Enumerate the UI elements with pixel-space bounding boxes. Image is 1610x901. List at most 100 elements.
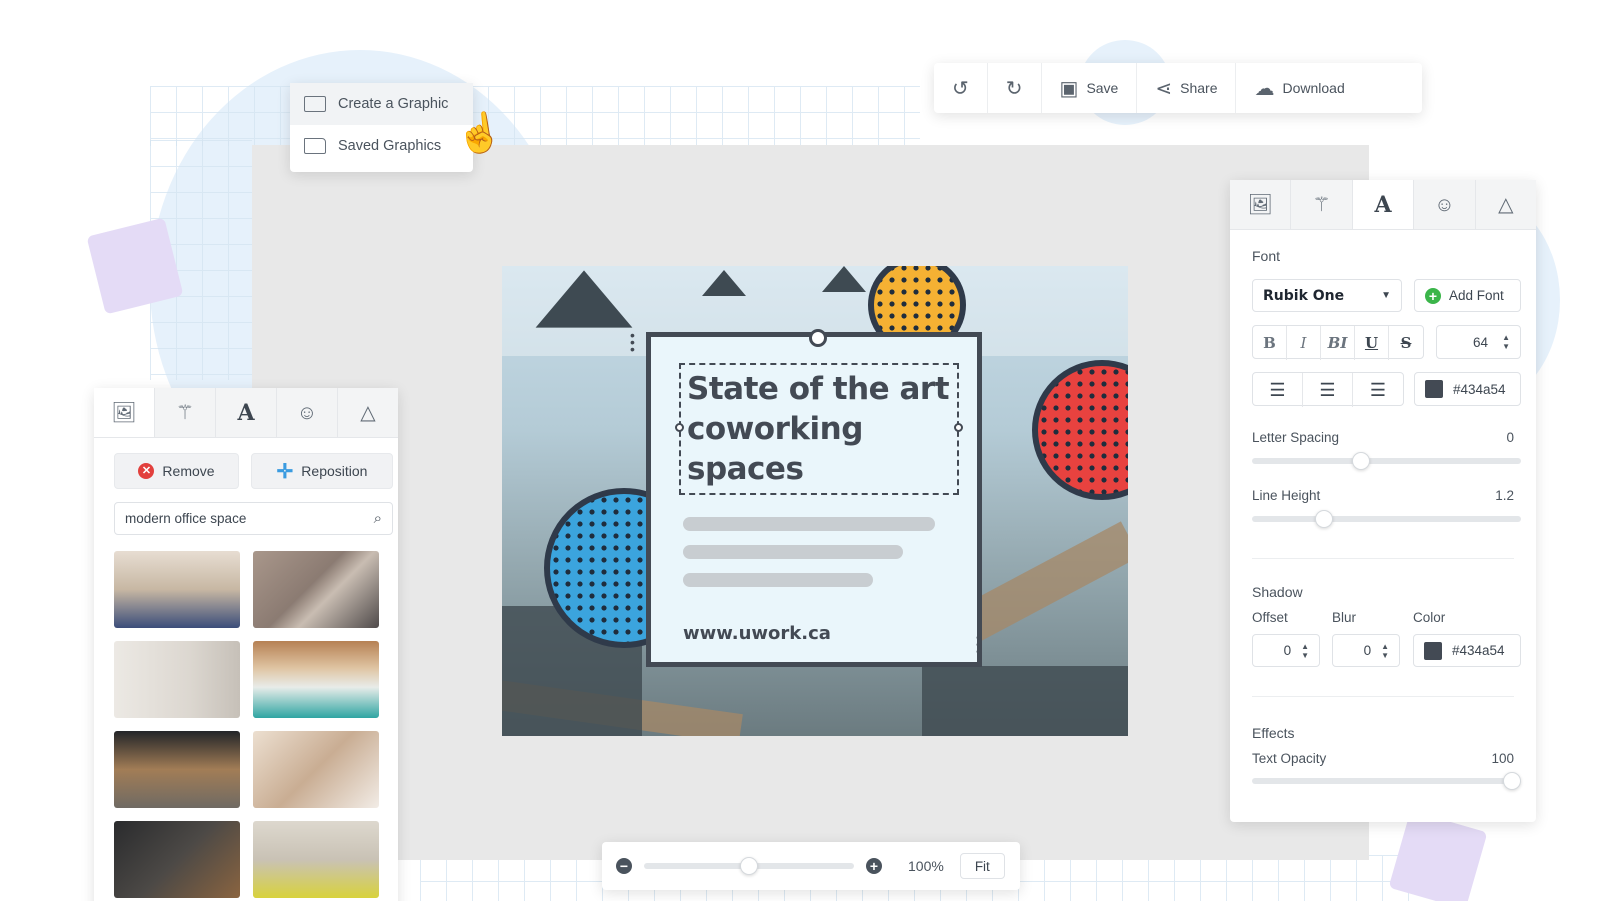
download-button[interactable]: ☁ Download [1236, 63, 1362, 113]
zoom-in-icon[interactable]: + [866, 858, 882, 874]
slider-knob[interactable] [1503, 772, 1521, 790]
image-icon [304, 96, 326, 112]
url-text[interactable]: www.uwork.ca [683, 623, 831, 644]
line-height-slider[interactable] [1252, 510, 1521, 528]
shadow-color-picker[interactable]: #434a54 [1413, 634, 1521, 667]
bold-button[interactable]: B [1253, 326, 1287, 360]
tab-text[interactable]: A [1352, 180, 1415, 229]
font-select[interactable]: Rubik One ▼ [1252, 279, 1402, 312]
align-right-icon: ☰ [1369, 379, 1387, 401]
tab-text[interactable]: A [216, 388, 277, 437]
remove-label: Remove [162, 463, 215, 479]
remove-button[interactable]: ✕ Remove [114, 453, 239, 489]
image-icon: 🖼 [111, 401, 137, 424]
tab-effects[interactable]: ⚚ [155, 388, 216, 437]
color-swatch [1424, 641, 1442, 660]
tab-emoji[interactable]: ☺ [1414, 180, 1476, 229]
magic-wand-icon: ⚚ [1312, 193, 1331, 216]
cloud-download-icon: ☁ [1254, 77, 1275, 100]
stepper-arrows-icon[interactable]: ▲ ▼ [1301, 642, 1309, 660]
artboard[interactable]: State of the art coworking spaces www.uw… [502, 266, 1128, 736]
search-icon[interactable]: ⌕ [374, 510, 382, 527]
menu-item-saved-graphics[interactable]: Saved Graphics [290, 125, 473, 167]
zoom-out-icon[interactable]: − [616, 858, 632, 874]
align-right-button[interactable]: ☰ [1353, 373, 1403, 407]
pendant-lamp [535, 270, 633, 328]
add-font-button[interactable]: + Add Font [1414, 279, 1521, 312]
drag-dots-icon[interactable]: • • • [630, 328, 635, 356]
share-button[interactable]: ⋖ Share [1137, 63, 1237, 113]
letter-spacing-value: 0 [1506, 430, 1514, 445]
add-font-label: Add Font [1449, 288, 1504, 303]
blur-value: 0 [1363, 643, 1372, 658]
image-thumbnail[interactable] [114, 731, 240, 808]
slider-knob[interactable] [740, 857, 758, 875]
image-thumbnail[interactable] [253, 821, 379, 898]
resize-handle-left[interactable] [675, 423, 684, 432]
tab-image[interactable]: 🖼 [94, 388, 155, 437]
section-divider [1252, 558, 1514, 559]
red-dotted-circle[interactable] [1032, 360, 1128, 500]
image-thumbnail[interactable] [253, 641, 379, 718]
letter-spacing-slider[interactable] [1252, 452, 1521, 470]
top-toolbar: ↺ ↻ ▣ Save ⋖ Share ☁ Download [934, 63, 1422, 113]
text-opacity-label: Text Opacity [1252, 751, 1327, 766]
tab-image[interactable]: 🖼 [1230, 180, 1292, 229]
save-button[interactable]: ▣ Save [1042, 63, 1138, 113]
image-search-input[interactable]: modern office space ⌕ [114, 502, 393, 535]
shadow-color-value: #434a54 [1452, 643, 1505, 658]
line-height-value: 1.2 [1495, 488, 1514, 503]
text-opacity-slider[interactable] [1252, 772, 1521, 790]
bold-italic-button[interactable]: BI [1321, 326, 1355, 360]
panel-tabs: 🖼 ⚚ A ☺ △ [94, 388, 398, 438]
tab-shapes[interactable]: △ [1476, 180, 1536, 229]
editor-stage: State of the art coworking spaces www.uw… [0, 0, 1610, 901]
reposition-label: Reposition [301, 463, 368, 479]
reposition-icon: ✛ [276, 460, 294, 483]
redo-icon: ↻ [1005, 77, 1023, 100]
italic-button[interactable]: I [1287, 326, 1321, 360]
strikethrough-button[interactable]: S [1389, 326, 1423, 360]
rotate-handle-icon[interactable] [809, 329, 827, 347]
fit-button[interactable]: Fit [959, 853, 1005, 879]
plus-circle-icon: + [1425, 287, 1441, 304]
image-thumbnail[interactable] [253, 731, 379, 808]
align-center-icon: ☰ [1319, 379, 1336, 401]
text-color-picker[interactable]: #434a54 [1414, 372, 1521, 406]
underline-button[interactable]: U [1355, 326, 1389, 360]
text-card[interactable]: State of the art coworking spaces www.uw… [646, 329, 982, 667]
font-size-stepper[interactable]: 64 ▲ ▼ [1436, 325, 1521, 359]
image-thumbnail[interactable] [114, 551, 240, 628]
image-thumbnail[interactable] [114, 821, 240, 898]
redo-button[interactable]: ↻ [988, 63, 1042, 113]
reposition-button[interactable]: ✛ Reposition [251, 453, 393, 489]
align-left-button[interactable]: ☰ [1253, 373, 1303, 407]
menu-item-create-graphic[interactable]: Create a Graphic [290, 83, 473, 125]
remove-icon: ✕ [138, 463, 155, 479]
slider-knob[interactable] [1314, 510, 1333, 528]
slider-knob[interactable] [1352, 452, 1371, 470]
headline-text[interactable]: State of the art coworking spaces [687, 369, 957, 489]
drag-dots-icon[interactable]: • • • [976, 630, 981, 658]
menu-item-label: Saved Graphics [338, 138, 442, 154]
shape-icon: △ [1498, 193, 1514, 216]
chevron-down-icon: ▼ [1381, 290, 1391, 301]
stepper-arrows-icon[interactable]: ▲ ▼ [1502, 333, 1510, 351]
image-thumbnail[interactable] [253, 551, 379, 628]
tab-emoji[interactable]: ☺ [277, 388, 338, 437]
headline-selection[interactable]: State of the art coworking spaces [675, 363, 963, 495]
image-icon: 🖼 [1247, 193, 1273, 216]
zoom-slider[interactable] [644, 857, 854, 875]
image-panel: 🖼 ⚚ A ☺ △ ✕ Remove ✛ Reposition modern o… [94, 388, 398, 901]
text-icon: A [237, 399, 255, 426]
tab-shapes[interactable]: △ [338, 388, 398, 437]
offset-value: 0 [1283, 643, 1292, 658]
tab-effects[interactable]: ⚚ [1291, 180, 1353, 229]
undo-button[interactable]: ↺ [934, 63, 988, 113]
shadow-blur-stepper[interactable]: 0 ▲ ▼ [1332, 634, 1400, 667]
align-left-icon: ☰ [1269, 379, 1286, 401]
stepper-arrows-icon[interactable]: ▲ ▼ [1381, 642, 1389, 660]
align-center-button[interactable]: ☰ [1303, 373, 1353, 407]
shadow-offset-stepper[interactable]: 0 ▲ ▼ [1252, 634, 1320, 667]
image-thumbnail[interactable] [114, 641, 240, 718]
